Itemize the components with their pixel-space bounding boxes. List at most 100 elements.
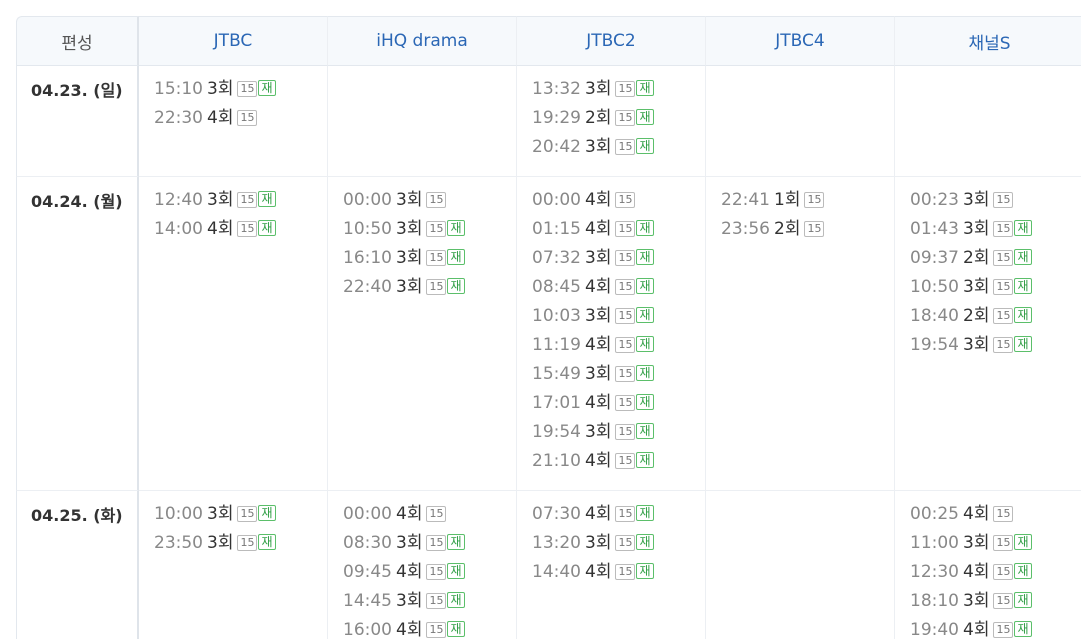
broadcast-slot[interactable]: 18:40 2회 15 재 — [910, 304, 1081, 333]
rerun-badge: 재 — [258, 220, 276, 236]
broadcast-slot[interactable]: 23:56 2회 15 — [721, 217, 894, 246]
age-rating-badge: 15 — [426, 535, 447, 551]
broadcast-slot[interactable]: 19:29 2회 15 재 — [532, 106, 705, 135]
broadcast-slot[interactable]: 11:19 4회 15 재 — [532, 333, 705, 362]
broadcast-slot[interactable]: 17:01 4회 15 재 — [532, 391, 705, 420]
broadcast-slot[interactable]: 00:00 4회 15 — [343, 502, 516, 531]
air-time: 18:10 — [910, 591, 959, 611]
rerun-badge: 재 — [636, 109, 654, 125]
broadcast-slot[interactable]: 10:00 3회 15 재 — [154, 502, 327, 531]
channel-header-jtbc4[interactable]: JTBC4 — [706, 16, 895, 66]
episode-number: 3회 — [207, 504, 234, 524]
broadcast-schedule-table: 편성 JTBC iHQ drama JTBC2 JTBC4 채널S 04.23.… — [16, 16, 1081, 639]
age-rating-badge: 15 — [615, 366, 636, 382]
broadcast-slot[interactable]: 01:43 3회 15 재 — [910, 217, 1081, 246]
age-rating-badge: 15 — [615, 192, 636, 208]
broadcast-slot[interactable]: 10:50 3회 15 재 — [343, 217, 516, 246]
rerun-badge: 재 — [636, 307, 654, 323]
channel-header-ihq-drama[interactable]: iHQ drama — [328, 16, 517, 66]
air-time: 11:00 — [910, 533, 959, 553]
age-rating-badge: 15 — [993, 250, 1014, 266]
age-rating-badge: 15 — [993, 192, 1014, 208]
broadcast-slot[interactable]: 20:42 3회 15 재 — [532, 135, 705, 164]
episode-number: 3회 — [207, 533, 234, 553]
channel-header-jtbc2[interactable]: JTBC2 — [517, 16, 706, 66]
rerun-badge: 재 — [636, 336, 654, 352]
broadcast-slot[interactable]: 00:23 3회 15 — [910, 188, 1081, 217]
episode-number: 3회 — [207, 79, 234, 99]
broadcast-slot[interactable]: 18:10 3회 15 재 — [910, 589, 1081, 618]
broadcast-slot[interactable]: 07:30 4회 15 재 — [532, 502, 705, 531]
broadcast-slot[interactable]: 10:50 3회 15 재 — [910, 275, 1081, 304]
air-time: 13:20 — [532, 533, 581, 553]
broadcast-slot[interactable]: 14:00 4회 15 재 — [154, 217, 327, 246]
age-rating-badge: 15 — [615, 535, 636, 551]
episode-number: 4회 — [963, 562, 990, 582]
rerun-badge: 재 — [1014, 307, 1032, 323]
episode-number: 4회 — [585, 219, 612, 239]
broadcast-slot[interactable]: 01:15 4회 15 재 — [532, 217, 705, 246]
broadcast-slot[interactable]: 15:10 3회 15 재 — [154, 77, 327, 106]
broadcast-slot[interactable]: 14:40 4회 15 재 — [532, 560, 705, 589]
air-time: 08:30 — [343, 533, 392, 553]
broadcast-slot[interactable]: 19:54 3회 15 재 — [532, 420, 705, 449]
broadcast-slot[interactable]: 15:49 3회 15 재 — [532, 362, 705, 391]
schedule-cell-jtbc4 — [706, 66, 895, 177]
air-time: 01:43 — [910, 219, 959, 239]
broadcast-slot[interactable]: 12:40 3회 15 재 — [154, 188, 327, 217]
air-time: 00:00 — [343, 190, 392, 210]
episode-number: 3회 — [963, 190, 990, 210]
episode-number: 3회 — [963, 219, 990, 239]
air-time: 16:00 — [343, 620, 392, 639]
broadcast-slot[interactable]: 00:00 4회 15 — [532, 188, 705, 217]
age-rating-badge: 15 — [426, 192, 447, 208]
broadcast-slot[interactable]: 12:30 4회 15 재 — [910, 560, 1081, 589]
broadcast-slot[interactable]: 19:54 3회 15 재 — [910, 333, 1081, 362]
schedule-cell-jtbc2: 07:30 4회 15 재 13:20 3회 15 재 14:40 4회 15 재 — [517, 491, 706, 639]
broadcast-slot[interactable]: 16:10 3회 15 재 — [343, 246, 516, 275]
broadcast-slot[interactable]: 13:32 3회 15 재 — [532, 77, 705, 106]
episode-number: 3회 — [585, 306, 612, 326]
broadcast-slot[interactable]: 23:50 3회 15 재 — [154, 531, 327, 560]
episode-number: 3회 — [963, 277, 990, 297]
air-time: 23:56 — [721, 219, 770, 239]
schedule-panel: 편성 JTBC iHQ drama JTBC2 JTBC4 채널S 04.23.… — [16, 16, 1081, 639]
broadcast-slot[interactable]: 00:00 3회 15 — [343, 188, 516, 217]
broadcast-slot[interactable]: 16:00 4회 15 재 — [343, 618, 516, 639]
broadcast-slot[interactable]: 19:40 4회 15 재 — [910, 618, 1081, 639]
rerun-badge: 재 — [258, 191, 276, 207]
broadcast-slot[interactable]: 14:45 3회 15 재 — [343, 589, 516, 618]
rerun-badge: 재 — [447, 563, 465, 579]
broadcast-slot[interactable]: 08:45 4회 15 재 — [532, 275, 705, 304]
rerun-badge: 재 — [1014, 220, 1032, 236]
schedule-row: 04.25. (화) 10:00 3회 15 재 23:50 3회 15 재 00:00 4회 15 0… — [16, 491, 1081, 639]
schedule-row: 04.24. (월) 12:40 3회 15 재 14:00 4회 15 재 00:00 3회 15 1… — [16, 177, 1081, 491]
broadcast-slot[interactable]: 22:40 3회 15 재 — [343, 275, 516, 304]
age-rating-badge: 15 — [615, 395, 636, 411]
channel-header-jtbc[interactable]: JTBC — [139, 16, 328, 66]
air-time: 18:40 — [910, 306, 959, 326]
broadcast-slot[interactable]: 11:00 3회 15 재 — [910, 531, 1081, 560]
air-time: 22:30 — [154, 108, 203, 128]
broadcast-slot[interactable]: 07:32 3회 15 재 — [532, 246, 705, 275]
rerun-badge: 재 — [258, 80, 276, 96]
episode-number: 3회 — [585, 79, 612, 99]
broadcast-slot[interactable]: 22:41 1회 15 — [721, 188, 894, 217]
age-rating-badge: 15 — [615, 250, 636, 266]
episode-number: 3회 — [396, 277, 423, 297]
channel-header-channel-s[interactable]: 채널S — [895, 16, 1081, 66]
air-time: 15:49 — [532, 364, 581, 384]
broadcast-slot[interactable]: 21:10 4회 15 재 — [532, 449, 705, 478]
header-row: 편성 JTBC iHQ drama JTBC2 JTBC4 채널S — [16, 16, 1081, 66]
air-time: 10:50 — [910, 277, 959, 297]
broadcast-slot[interactable]: 09:37 2회 15 재 — [910, 246, 1081, 275]
episode-number: 4회 — [585, 451, 612, 471]
broadcast-slot[interactable]: 09:45 4회 15 재 — [343, 560, 516, 589]
broadcast-slot[interactable]: 00:25 4회 15 — [910, 502, 1081, 531]
air-time: 14:40 — [532, 562, 581, 582]
broadcast-slot[interactable]: 10:03 3회 15 재 — [532, 304, 705, 333]
broadcast-slot[interactable]: 22:30 4회 15 — [154, 106, 327, 135]
broadcast-slot[interactable]: 13:20 3회 15 재 — [532, 531, 705, 560]
broadcast-slot[interactable]: 08:30 3회 15 재 — [343, 531, 516, 560]
age-rating-badge: 15 — [993, 308, 1014, 324]
